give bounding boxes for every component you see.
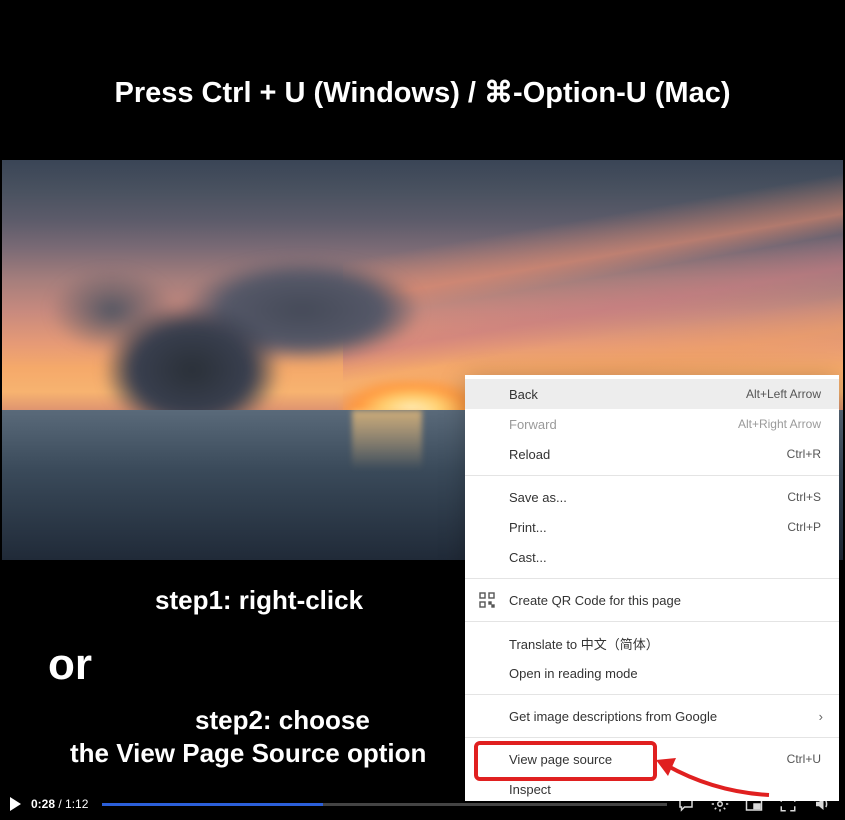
step1-label: step1: right-click bbox=[155, 585, 363, 616]
pip-icon[interactable] bbox=[745, 795, 763, 813]
menu-separator bbox=[465, 578, 839, 579]
volume-icon[interactable] bbox=[813, 795, 831, 813]
menu-label: Create QR Code for this page bbox=[509, 593, 821, 608]
menu-item-print[interactable]: Print... Ctrl+P bbox=[465, 512, 839, 542]
menu-item-view-page-source[interactable]: View page source Ctrl+U bbox=[465, 744, 839, 774]
menu-shortcut: Ctrl+R bbox=[787, 447, 821, 461]
menu-shortcut: Ctrl+U bbox=[787, 752, 821, 766]
menu-shortcut: Alt+Right Arrow bbox=[738, 417, 821, 431]
menu-item-create-qr[interactable]: Create QR Code for this page bbox=[465, 585, 839, 615]
menu-label: Save as... bbox=[509, 490, 787, 505]
chat-icon[interactable] bbox=[677, 795, 695, 813]
water-reflection-decoration bbox=[352, 410, 422, 470]
menu-label: Cast... bbox=[509, 550, 821, 565]
keyboard-shortcut-instruction: Press Ctrl + U (Windows) / ⌘-Option-U (M… bbox=[0, 75, 845, 110]
menu-item-forward: Forward Alt+Right Arrow bbox=[465, 409, 839, 439]
fullscreen-icon[interactable] bbox=[779, 795, 797, 813]
browser-context-menu: Back Alt+Left Arrow Forward Alt+Right Ar… bbox=[465, 375, 839, 801]
menu-item-reading-mode[interactable]: Open in reading mode bbox=[465, 658, 839, 688]
progress-bar[interactable] bbox=[102, 803, 667, 806]
video-player-controls: 0:28 / 1:12 bbox=[0, 788, 845, 820]
menu-separator bbox=[465, 737, 839, 738]
step2-label-line2: the View Page Source option bbox=[70, 738, 426, 769]
menu-label: Forward bbox=[509, 417, 738, 432]
menu-shortcut: Ctrl+P bbox=[787, 520, 821, 534]
qr-code-icon bbox=[479, 592, 495, 608]
menu-item-image-descriptions[interactable]: Get image descriptions from Google › bbox=[465, 701, 839, 731]
play-button[interactable] bbox=[10, 797, 21, 811]
menu-item-translate[interactable]: Translate to 中文（简体） bbox=[465, 628, 839, 658]
menu-label: Reload bbox=[509, 447, 787, 462]
menu-shortcut: Ctrl+S bbox=[787, 490, 821, 504]
settings-icon[interactable] bbox=[711, 795, 729, 813]
progress-played bbox=[102, 803, 322, 806]
current-time: 0:28 bbox=[31, 797, 55, 811]
menu-label: Get image descriptions from Google bbox=[509, 709, 821, 724]
menu-separator bbox=[465, 475, 839, 476]
duration: 1:12 bbox=[65, 797, 88, 811]
menu-label: View page source bbox=[509, 752, 787, 767]
menu-item-reload[interactable]: Reload Ctrl+R bbox=[465, 439, 839, 469]
menu-label: Print... bbox=[509, 520, 787, 535]
menu-item-back[interactable]: Back Alt+Left Arrow bbox=[465, 379, 839, 409]
menu-item-cast[interactable]: Cast... bbox=[465, 542, 839, 572]
time-display: 0:28 / 1:12 bbox=[31, 797, 88, 811]
menu-separator bbox=[465, 694, 839, 695]
step2-label-line1: step2: choose bbox=[195, 705, 370, 736]
menu-shortcut: Alt+Left Arrow bbox=[746, 387, 821, 401]
menu-label: Translate to 中文（简体） bbox=[509, 634, 821, 653]
time-separator: / bbox=[55, 797, 65, 811]
or-label: or bbox=[48, 640, 92, 690]
menu-label: Back bbox=[509, 387, 746, 402]
menu-item-save-as[interactable]: Save as... Ctrl+S bbox=[465, 482, 839, 512]
menu-separator bbox=[465, 621, 839, 622]
submenu-arrow-icon: › bbox=[819, 709, 823, 724]
player-right-controls bbox=[677, 795, 835, 813]
menu-label: Open in reading mode bbox=[509, 666, 821, 681]
